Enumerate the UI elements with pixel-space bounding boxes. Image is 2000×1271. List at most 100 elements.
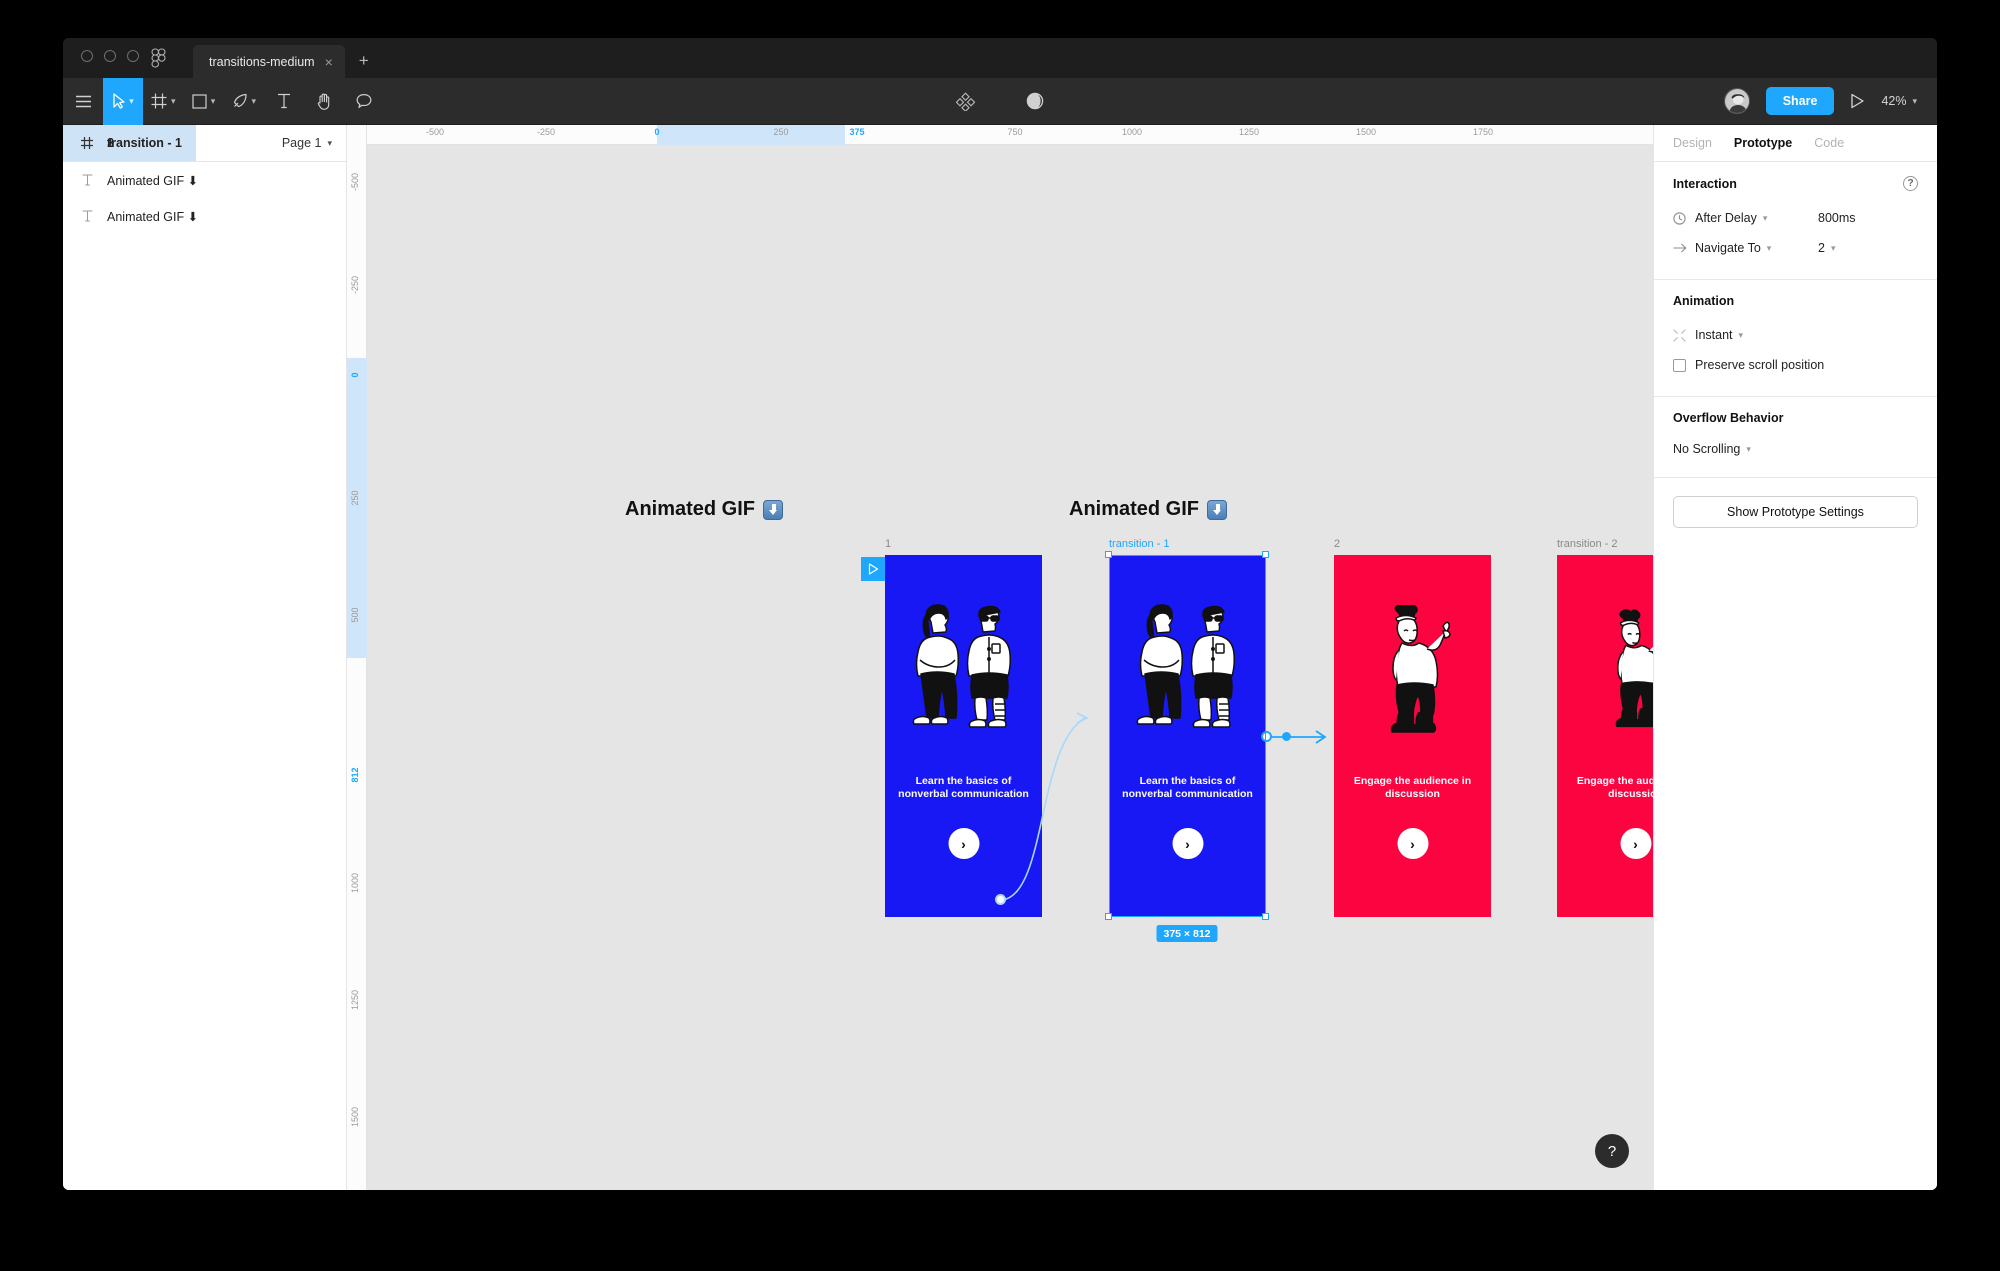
- layer-row-animated-gif-1[interactable]: Animated GIF ⬇: [63, 162, 346, 198]
- artboard-1[interactable]: Learn the basics of nonverbal communicat…: [885, 555, 1042, 917]
- woman-pointing-illustration: [1557, 605, 1653, 735]
- move-cursor-icon[interactable]: ▾: [103, 77, 143, 125]
- frame-label-transition-2[interactable]: transition - 2: [1557, 538, 1618, 550]
- chevron-down-icon[interactable]: ▾: [1746, 444, 1751, 455]
- new-tab-button[interactable]: +: [345, 51, 383, 78]
- page-selector[interactable]: Page 1 ▾: [282, 136, 332, 150]
- download-arrow-icon: [763, 499, 784, 520]
- action-row[interactable]: Navigate To ▾ 2 ▾: [1673, 233, 1918, 263]
- chevron-down-icon[interactable]: ▾: [252, 96, 257, 107]
- frame-label-1[interactable]: 1: [885, 538, 891, 550]
- clock-icon: [1673, 211, 1695, 225]
- chevron-down-icon[interactable]: ▾: [171, 96, 176, 107]
- frame-label-2[interactable]: 2: [1334, 538, 1340, 550]
- artboard-transition-1[interactable]: Learn the basics of nonverbal communicat…: [1109, 555, 1266, 917]
- overflow-dropdown[interactable]: No Scrolling ▾: [1673, 442, 1751, 456]
- next-button[interactable]: ›: [1397, 828, 1428, 859]
- trigger-dropdown[interactable]: After Delay ▾: [1695, 211, 1767, 225]
- animation-type-value: Instant: [1695, 328, 1733, 342]
- ruler-tick: 375: [849, 127, 865, 137]
- comment-bubble-icon[interactable]: [344, 78, 384, 125]
- hamburger-menu-icon[interactable]: [63, 78, 103, 125]
- text-tool-icon[interactable]: [264, 78, 304, 125]
- components-icon[interactable]: [945, 78, 985, 125]
- delay-value-field[interactable]: 800ms: [1818, 211, 1918, 225]
- ruler-tick: 250: [350, 490, 360, 506]
- square-icon[interactable]: ▾: [184, 78, 224, 125]
- horizontal-ruler[interactable]: -500 -250 0 250 375 750 1000 1250 1500 1…: [347, 125, 1653, 145]
- present-play-icon[interactable]: [1850, 78, 1865, 125]
- contrast-mask-icon[interactable]: [1015, 78, 1055, 125]
- heading-text: Animated GIF: [625, 498, 756, 520]
- prototype-flow-start-badge[interactable]: [861, 557, 885, 581]
- figma-logo-icon[interactable]: [151, 48, 167, 68]
- resize-handle-top-left[interactable]: [1105, 551, 1112, 558]
- text-layer-icon: [80, 174, 94, 186]
- resize-handle-top-right[interactable]: [1262, 551, 1269, 558]
- chevron-down-icon[interactable]: ▾: [211, 96, 216, 107]
- layer-row-animated-gif-2[interactable]: Animated GIF ⬇: [63, 198, 346, 234]
- animation-section: Animation Instant ▾ Preserve scroll posi…: [1654, 280, 1937, 397]
- chevron-down-icon[interactable]: ▾: [1831, 243, 1836, 254]
- layer-name: 1: [107, 136, 114, 150]
- chevron-down-icon[interactable]: ▾: [1912, 96, 1917, 107]
- animation-type-row[interactable]: Instant ▾: [1673, 320, 1918, 350]
- properties-panel: Design Prototype Code Interaction ? Afte…: [1653, 125, 1937, 1190]
- chevron-down-icon[interactable]: ▾: [327, 138, 332, 149]
- avatar[interactable]: [1723, 88, 1750, 114]
- document-tab[interactable]: transitions-medium ×: [193, 45, 345, 78]
- prototype-connection-midpoint-dot[interactable]: [1282, 732, 1291, 741]
- canvas-viewport[interactable]: Animated GIF Animated GIF 1 transition -…: [367, 145, 1653, 1190]
- artboard-2[interactable]: Engage the audience in discussion ›: [1334, 555, 1491, 917]
- tab-design[interactable]: Design: [1673, 136, 1712, 150]
- layers-panel: Layers Assets Page 1 ▾ Animated GIF ⬇: [63, 125, 347, 1190]
- close-window-button[interactable]: [81, 50, 93, 62]
- download-arrow-icon: [1207, 499, 1228, 520]
- next-button[interactable]: ›: [1172, 828, 1203, 859]
- frame-icon[interactable]: ▾: [143, 78, 184, 125]
- preserve-scroll-checkbox[interactable]: [1673, 358, 1686, 372]
- next-button[interactable]: ›: [1620, 828, 1651, 859]
- chevron-down-icon[interactable]: ▾: [1739, 330, 1744, 341]
- window-controls[interactable]: [81, 50, 139, 62]
- chevron-down-icon[interactable]: ▾: [1767, 243, 1772, 254]
- resize-handle-bottom-left[interactable]: [1105, 913, 1112, 920]
- destination-dropdown[interactable]: 2 ▾: [1818, 241, 1918, 255]
- overflow-row[interactable]: No Scrolling ▾: [1673, 437, 1918, 461]
- artboard-transition-2[interactable]: Engage the audience in discussion ›: [1557, 555, 1653, 917]
- close-icon[interactable]: ×: [325, 55, 333, 69]
- next-button[interactable]: ›: [948, 828, 979, 859]
- preserve-scroll-row[interactable]: Preserve scroll position: [1673, 350, 1918, 380]
- woman-pointing-illustration: [1334, 605, 1491, 735]
- minimize-window-button[interactable]: [104, 50, 116, 62]
- vertical-ruler[interactable]: -500 -250 0 250 500 812 1000 1250 1500: [347, 125, 367, 1190]
- chevron-down-icon[interactable]: ▾: [1763, 213, 1768, 224]
- prototype-connection-handle[interactable]: [1261, 731, 1272, 742]
- tab-strip: transitions-medium × +: [193, 38, 383, 78]
- maximize-window-button[interactable]: [127, 50, 139, 62]
- frame-caption: Engage the audience in discussion: [1576, 775, 1653, 800]
- prototype-connection-origin-dot[interactable]: [995, 894, 1006, 905]
- tab-code[interactable]: Code: [1814, 136, 1844, 150]
- size-badge: 375 × 812: [1156, 925, 1218, 942]
- question-mark-icon[interactable]: ?: [1903, 176, 1918, 191]
- show-prototype-settings-button[interactable]: Show Prototype Settings: [1673, 496, 1918, 528]
- trigger-row[interactable]: After Delay ▾ 800ms: [1673, 203, 1918, 233]
- frame-label-transition-1[interactable]: transition - 1: [1109, 538, 1170, 550]
- help-button[interactable]: ?: [1595, 1134, 1629, 1168]
- preserve-scroll-label: Preserve scroll position: [1695, 358, 1825, 372]
- hand-icon[interactable]: [304, 78, 344, 125]
- share-button[interactable]: Share: [1765, 87, 1835, 115]
- tab-prototype[interactable]: Prototype: [1734, 136, 1792, 150]
- animation-type-dropdown[interactable]: Instant ▾: [1695, 328, 1743, 342]
- chevron-down-icon[interactable]: ▾: [129, 96, 134, 107]
- zoom-level-value: 42%: [1881, 94, 1907, 108]
- ruler-tick: -500: [350, 172, 360, 192]
- workspace: Layers Assets Page 1 ▾ Animated GIF ⬇: [63, 125, 1937, 1190]
- layer-row-1[interactable]: 1: [63, 125, 128, 161]
- zoom-level-control[interactable]: 42% ▾: [1881, 94, 1917, 108]
- action-dropdown[interactable]: Navigate To ▾: [1695, 241, 1771, 255]
- canvas-area[interactable]: -500 -250 0 250 375 750 1000 1250 1500 1…: [347, 125, 1653, 1190]
- pen-icon[interactable]: ▾: [224, 78, 265, 125]
- resize-handle-bottom-right[interactable]: [1262, 913, 1269, 920]
